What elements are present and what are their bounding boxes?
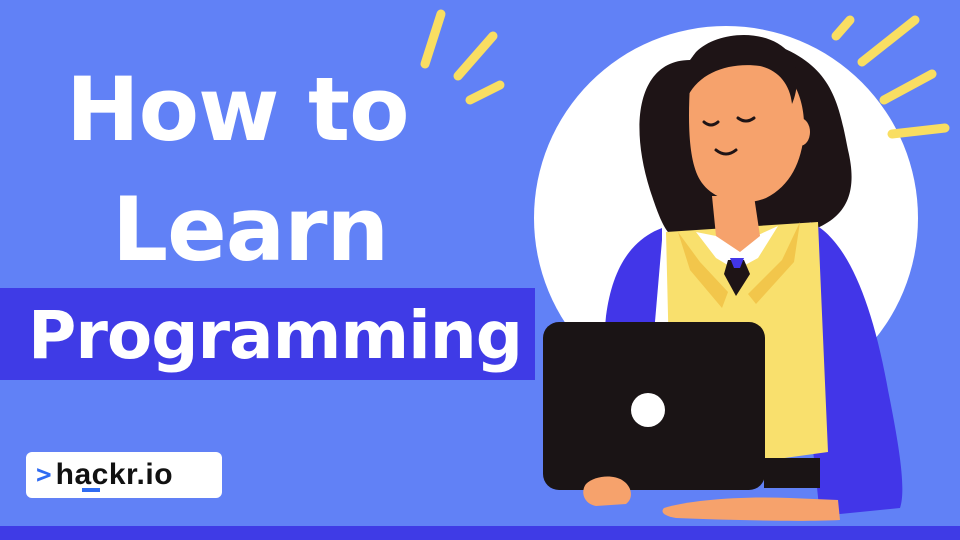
title-line-3: Programming [28, 297, 523, 374]
title-line-1: How to [66, 58, 410, 161]
accent-rays-left [420, 9, 505, 105]
laptop-base [764, 458, 820, 488]
right-hand [662, 497, 840, 521]
logo-underline [82, 488, 100, 492]
thumbnail-canvas: How to Learn Programming > hackr.io [0, 0, 960, 540]
brand-logo[interactable]: > hackr.io [26, 452, 222, 498]
ear [790, 118, 810, 146]
title-line-2: Learn [112, 178, 389, 281]
bottom-bar [0, 526, 960, 540]
laptop-camera-icon [631, 393, 665, 427]
brand-name: hackr.io [55, 458, 174, 491]
chevron-right-icon: > [36, 460, 52, 490]
